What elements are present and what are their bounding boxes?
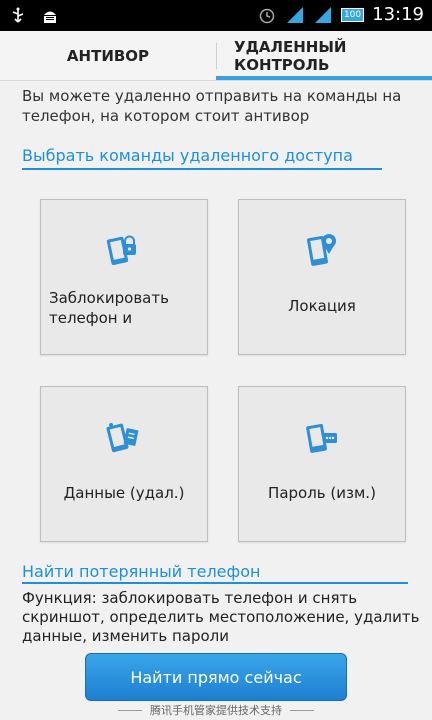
signal-icon-2 (313, 5, 333, 25)
tab-remote-control[interactable]: УДАЛЕННЫЙ КОНТРОЛЬ (216, 31, 432, 81)
footer: 腾讯手机管家提供技术支持 (0, 700, 432, 720)
footer-divider-left (118, 709, 142, 711)
tab-bar: АНТИВОР УДАЛЕННЫЙ КОНТРОЛЬ (0, 31, 432, 81)
phone-data-icon (103, 419, 145, 457)
location-label: Локация (288, 297, 356, 315)
function-description: Функция: заблокировать телефон и снять с… (22, 589, 420, 645)
tab-antitheft-label: АНТИВОР (66, 47, 150, 65)
location-card[interactable]: Локация (238, 199, 406, 355)
section-commands-underline (22, 168, 382, 170)
status-time: 13:19 (372, 4, 424, 25)
footer-divider-right (290, 709, 314, 711)
lock-phone-label: Заблокировать телефон и (49, 289, 169, 327)
usb-icon (8, 6, 28, 26)
section-commands-title: Выбрать команды удаленного доступа (22, 146, 353, 165)
footer-text: 腾讯手机管家提供技术支持 (150, 704, 282, 717)
battery-icon: 100 (340, 7, 365, 22)
phone-lock-icon (103, 232, 145, 270)
phone-password-icon (301, 419, 343, 457)
tab-antitheft[interactable]: АНТИВОР (0, 31, 216, 81)
delete-data-card[interactable]: Данные (удал.) (40, 386, 208, 542)
change-password-card[interactable]: Пароль (изм.) (238, 386, 406, 542)
alarm-icon (257, 5, 277, 25)
intro-text: Вы можете удаленно отправить на команды … (22, 87, 402, 125)
phone-location-icon (301, 232, 343, 270)
tab-remote-label-line2: КОНТРОЛЬ (234, 56, 330, 74)
delete-data-label: Данные (удал.) (63, 484, 185, 502)
tab-remote-label-line1: УДАЛЕННЫЙ (234, 38, 347, 56)
android-debug-icon (40, 6, 60, 26)
find-now-button[interactable]: Найти прямо сейчас (85, 653, 347, 701)
active-tab-indicator (216, 76, 432, 80)
section-find-underline (22, 582, 408, 584)
change-password-label: Пароль (изм.) (268, 484, 376, 502)
lock-phone-card[interactable]: Заблокировать телефон и (40, 199, 208, 355)
status-bar: 100 13:19 (0, 0, 432, 31)
signal-icon (285, 5, 305, 25)
section-find-title: Найти потерянный телефон (22, 562, 261, 581)
